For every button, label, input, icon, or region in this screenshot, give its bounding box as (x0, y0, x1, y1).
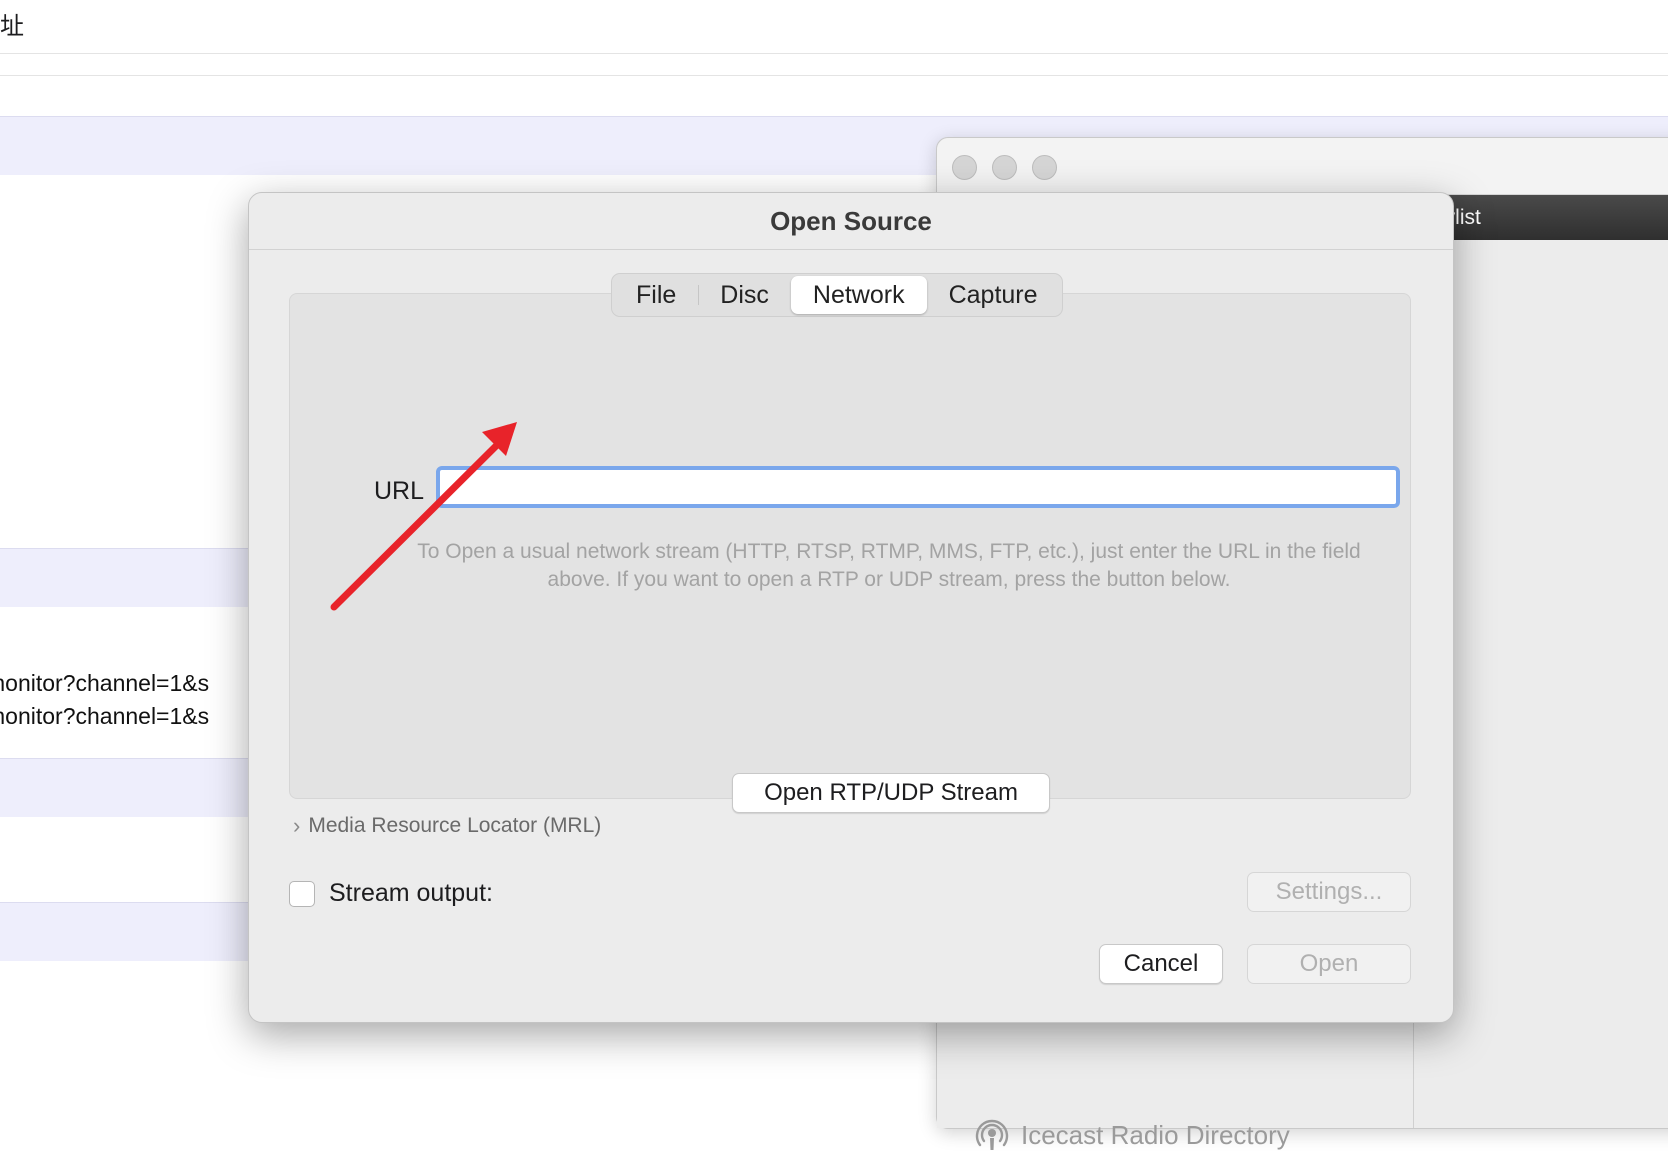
table-header-band (0, 758, 260, 817)
minimize-window-button[interactable] (992, 155, 1017, 180)
tab-network[interactable]: Network (790, 276, 927, 314)
open-source-dialog: Open Source URL To Open a usual network … (248, 192, 1454, 1023)
source-tabs: File Disc Network Capture (611, 273, 1063, 317)
sidebar-item-icecast[interactable]: Icecast Radio Directory (975, 1118, 1290, 1152)
tab-disc[interactable]: Disc (698, 276, 791, 314)
tab-panel: URL To Open a usual network stream (HTTP… (289, 293, 1411, 813)
tab-file[interactable]: File (614, 276, 698, 314)
cancel-button[interactable]: Cancel (1099, 944, 1223, 984)
background-url-line: monitor?channel=1&s (0, 703, 210, 729)
mrl-label: Media Resource Locator (MRL) (308, 814, 602, 837)
stream-output-row: Stream output: (289, 879, 493, 908)
background-title-char: 址 (0, 13, 24, 40)
tab-capture[interactable]: Capture (927, 276, 1060, 314)
open-button[interactable]: Open (1247, 944, 1411, 984)
open-rtp-udp-stream-button[interactable]: Open RTP/UDP Stream (732, 773, 1050, 813)
table-header-band (0, 902, 260, 961)
url-input[interactable] (436, 466, 1400, 508)
dialog-title: Open Source (249, 193, 1453, 250)
playlist-titlebar (937, 138, 1668, 195)
sidebar-item-label: Icecast Radio Directory (1021, 1119, 1290, 1150)
close-window-button[interactable] (952, 155, 977, 180)
zoom-window-button[interactable] (1032, 155, 1057, 180)
divider (0, 75, 1668, 76)
podcast-icon (975, 1119, 1009, 1150)
chevron-right-icon: › (293, 813, 301, 838)
table-header-band (0, 548, 260, 607)
stream-output-checkbox[interactable] (289, 880, 315, 907)
background-url-line: monitor?channel=1&s (0, 670, 210, 696)
network-hint-text: To Open a usual network stream (HTTP, RT… (417, 540, 1361, 591)
settings-button[interactable]: Settings... (1247, 872, 1411, 912)
stream-output-label: Stream output: (329, 879, 493, 907)
mrl-disclosure[interactable]: › Media Resource Locator (MRL) (293, 813, 601, 839)
divider (0, 53, 1668, 54)
url-label: URL (374, 477, 425, 505)
